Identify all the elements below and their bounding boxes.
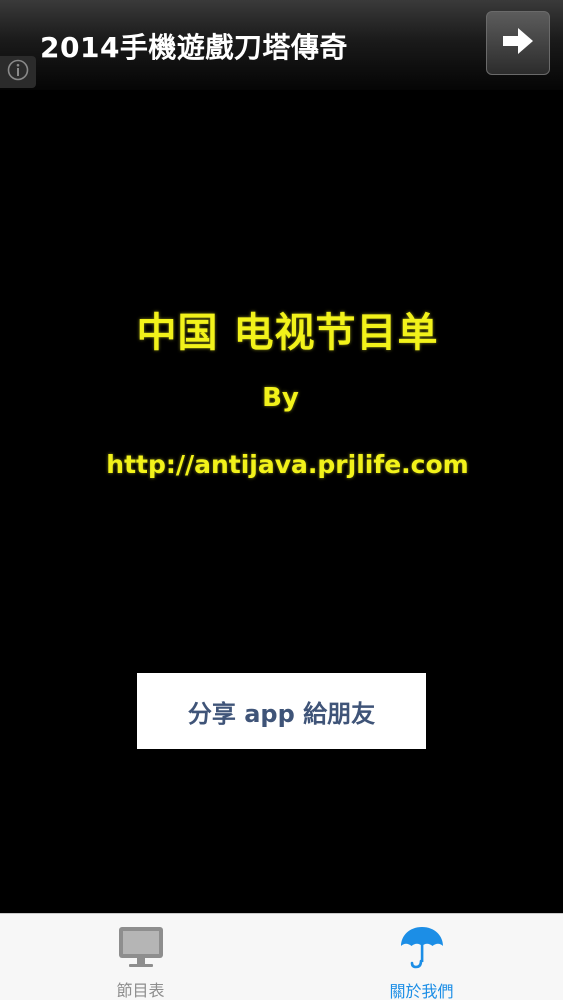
credits-by-text: By — [262, 383, 299, 413]
ad-info-button[interactable] — [0, 56, 36, 88]
monitor-icon — [116, 924, 166, 969]
credits-by: By — [0, 383, 563, 413]
tab-schedule[interactable]: 節目表 — [0, 914, 281, 1000]
umbrella-icon — [397, 924, 447, 970]
tab-schedule-label: 節目表 — [116, 981, 165, 1000]
ad-title[interactable]: 2014手機遊戲刀塔傳奇 — [40, 26, 348, 66]
ad-banner[interactable]: 2014手機遊戲刀塔傳奇 — [0, 0, 563, 90]
arrow-right-icon — [501, 26, 535, 60]
credits-title: 中国 电视节目单 — [136, 310, 439, 356]
tab-bar: 節目表 關於我們 — [0, 913, 563, 1000]
info-icon — [7, 59, 29, 85]
tab-about-us-label: 關於我們 — [389, 982, 454, 1000]
credits-url: http://antijava.prjlife.com — [106, 450, 469, 479]
tab-about-us[interactable]: 關於我們 — [281, 914, 562, 1000]
share-app-button[interactable]: 分享 app 給朋友 — [137, 673, 426, 749]
app-screen: 2014手機遊戲刀塔傳奇 中国 电视节目单 By http://antijava… — [0, 0, 563, 1000]
ad-open-button[interactable] — [486, 11, 550, 75]
